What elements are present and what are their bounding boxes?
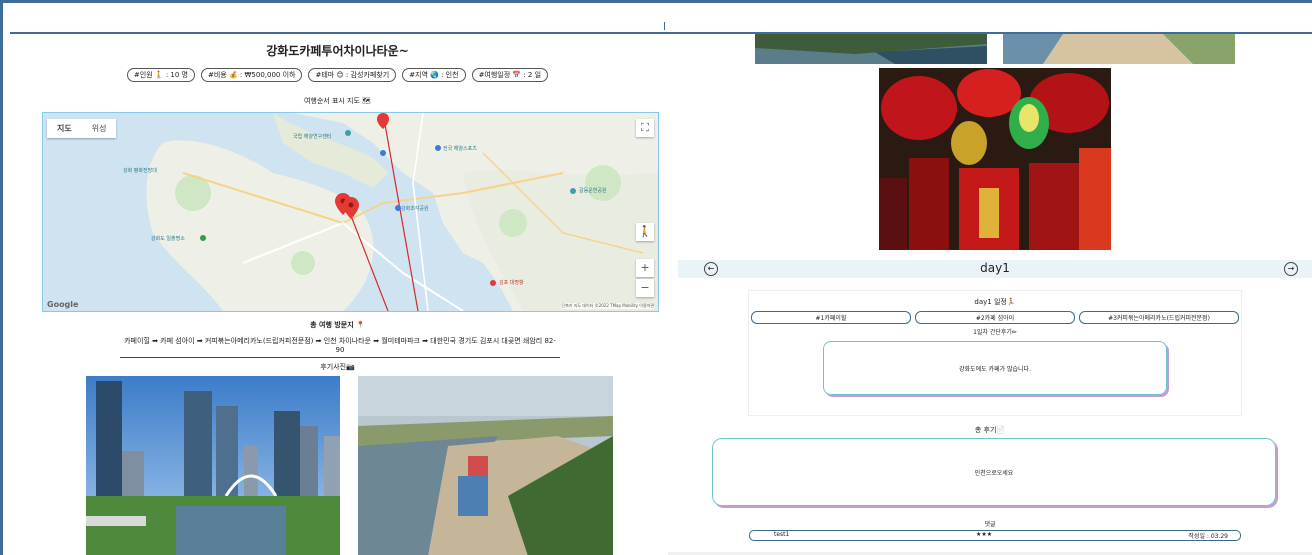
map-label: 강화도 일출명소 (151, 236, 185, 242)
memo-title: 1일차 간단후기✏ (973, 329, 1017, 336)
place-item[interactable]: #1카페이힐 (751, 311, 911, 324)
map-label: 갈등운연공원 (579, 188, 607, 194)
map-attribution[interactable]: 단축키 지도 데이터 ©2022 TMap Mobility 이용약관 (561, 303, 654, 309)
map-caption: 여행순서 표시 지도 🗺 (303, 97, 372, 105)
review-photo[interactable] (358, 376, 613, 555)
tag-region[interactable]: #지역 🌏 : 인천 (402, 68, 466, 82)
day-detail-panel: ← day1 → day1 일정🏃 #1카페이힐 #2카페 섬아이 #3커피볶는… (668, 34, 1312, 555)
photos-caption: 후기사진📷 (320, 363, 355, 371)
review-title: 총 후기📄 (974, 426, 1006, 434)
next-day-button[interactable]: → (1284, 262, 1298, 276)
trip-title: 강화도카페투어차이나타운~ (266, 44, 409, 58)
map-label: 강화 평화전망대 (123, 168, 157, 174)
map-label: 김포 대명항 (499, 280, 524, 286)
fullscreen-icon[interactable]: ⛶ (636, 119, 654, 137)
comments-title: 댓글 (984, 521, 996, 528)
zoom-in-button[interactable]: + (636, 259, 654, 277)
place-item[interactable]: #2카페 섬아이 (915, 311, 1075, 324)
route-text: 카페이힐 ➡ 카페 섬아이 ➡ 커피볶는아메리카노(드립커피전문점) ➡ 인천 … (120, 336, 560, 358)
city-photo (86, 376, 340, 555)
trip-detail-panel: 강화도카페투어차이나타운~ #인원 🚶 : 10 명 #비용 💰 : ₩500,… (10, 34, 665, 555)
map-type-map[interactable]: 지도 (47, 119, 82, 138)
map-canvas (43, 113, 658, 311)
comment-row[interactable]: test1 ★★★ 작성일 : 03.29 (749, 530, 1241, 541)
tag-schedule[interactable]: #여행일정 📅 : 2 일 (471, 68, 549, 82)
divider-tick (664, 22, 665, 30)
chinatown-photo[interactable] (879, 68, 1111, 250)
comment-author: test1 (774, 531, 790, 538)
shore-photo (755, 34, 987, 64)
tag-people[interactable]: #인원 🚶 : 10 명 (126, 68, 195, 82)
map-type-toggle: 지도 위성 (47, 119, 117, 138)
map-type-satellite[interactable]: 위성 (82, 119, 117, 138)
tag-theme[interactable]: #테마 😊 : 감성카페찾기 (308, 68, 397, 82)
review-box: 인천으로오세요 (712, 438, 1276, 506)
lantern-photo (879, 68, 1111, 250)
tag-cost[interactable]: #비용 💰 : ₩500,000 이하 (201, 68, 303, 82)
place-item[interactable]: #3커피볶는아메리카노(드립커피전문점) (1079, 311, 1239, 324)
zoom-out-button[interactable]: − (636, 279, 654, 297)
trip-tags: #인원 🚶 : 10 명 #비용 💰 : ₩500,000 이하 #테마 😊 :… (10, 68, 665, 82)
pegman-icon[interactable]: 🚶 (636, 223, 654, 241)
google-logo: Google (47, 300, 79, 309)
photo-strip-item[interactable] (755, 34, 987, 64)
review-photo[interactable] (86, 376, 340, 555)
comment-date: 작성일 : 03.29 (1188, 533, 1228, 540)
map-label: 국립 해양연구센터 (293, 134, 332, 140)
schedule-title: day1 일정🏃 (974, 298, 1016, 306)
day-title: day1 (980, 261, 1010, 275)
day-navigation: ← day1 → (678, 260, 1312, 278)
photo-strip-item[interactable] (1003, 34, 1235, 64)
visits-caption: 총 여행 방문지 📍 (310, 321, 365, 329)
map-label: 강화조각공원 (401, 206, 429, 212)
route-map[interactable]: 지도 위성 ⛶ 🚶 + − 국립 해양연구센터 강화 평화전망대 강화도 일출명… (42, 112, 659, 312)
map-label: 전국 해양스포츠 (443, 146, 477, 152)
beach-photo (1003, 34, 1235, 64)
harbor-photo (358, 376, 613, 555)
day-schedule-card: day1 일정🏃 #1카페이힐 #2카페 섬아이 #3커피볶는아메리카노(드립커… (748, 290, 1242, 416)
comment-rating: ★★★ (976, 531, 993, 538)
place-list: #1카페이힐 #2카페 섬아이 #3커피볶는아메리카노(드립커피전문점) (751, 311, 1239, 324)
top-bar (10, 10, 1312, 34)
day-memo: 강화도에도 카페가 많습니다. (823, 341, 1167, 395)
